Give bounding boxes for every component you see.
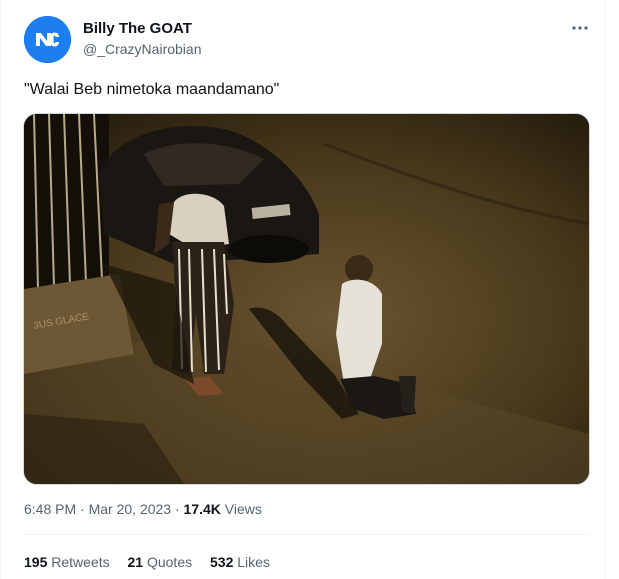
meta-separator: · <box>80 501 85 517</box>
likes-label: Likes <box>237 554 270 570</box>
likes-count: 532 <box>210 554 234 570</box>
engagement-stats: 195 Retweets 21 Quotes 532 Likes <box>24 554 284 570</box>
more-dots-icon <box>572 26 588 30</box>
views-count: 17.4K <box>183 501 221 517</box>
author-handle[interactable]: @_CrazyNairobian <box>83 41 201 57</box>
nc-logo-avatar-icon <box>24 16 71 63</box>
meta-separator-2: · <box>174 501 180 517</box>
more-button[interactable] <box>568 18 592 38</box>
likes-stat[interactable]: 532 Likes <box>210 554 270 570</box>
retweets-label: Retweets <box>51 554 110 570</box>
tweet-meta: 6:48 PM · Mar 20, 2023 · 17.4K Views <box>24 501 262 517</box>
tweet-photo[interactable]: 3US GLACE <box>23 113 590 485</box>
divider <box>24 534 588 535</box>
tweet-text: "Walai Beb nimetoka maandamano" <box>24 81 280 98</box>
quotes-count: 21 <box>127 554 144 570</box>
tweet-date[interactable]: Mar 20, 2023 <box>89 501 172 517</box>
photo-illustration: 3US GLACE <box>24 114 589 484</box>
retweets-stat[interactable]: 195 Retweets <box>24 554 114 570</box>
frame-border-right <box>604 0 605 579</box>
author-display-name[interactable]: Billy The GOAT <box>83 20 192 37</box>
quotes-stat[interactable]: 21 Quotes <box>128 554 197 570</box>
tweet-time[interactable]: 6:48 PM <box>24 501 76 517</box>
quotes-label: Quotes <box>146 554 193 570</box>
frame-border-left <box>0 0 1 579</box>
avatar[interactable] <box>24 16 71 63</box>
views-label: Views <box>224 501 262 517</box>
retweets-count: 195 <box>24 554 48 570</box>
